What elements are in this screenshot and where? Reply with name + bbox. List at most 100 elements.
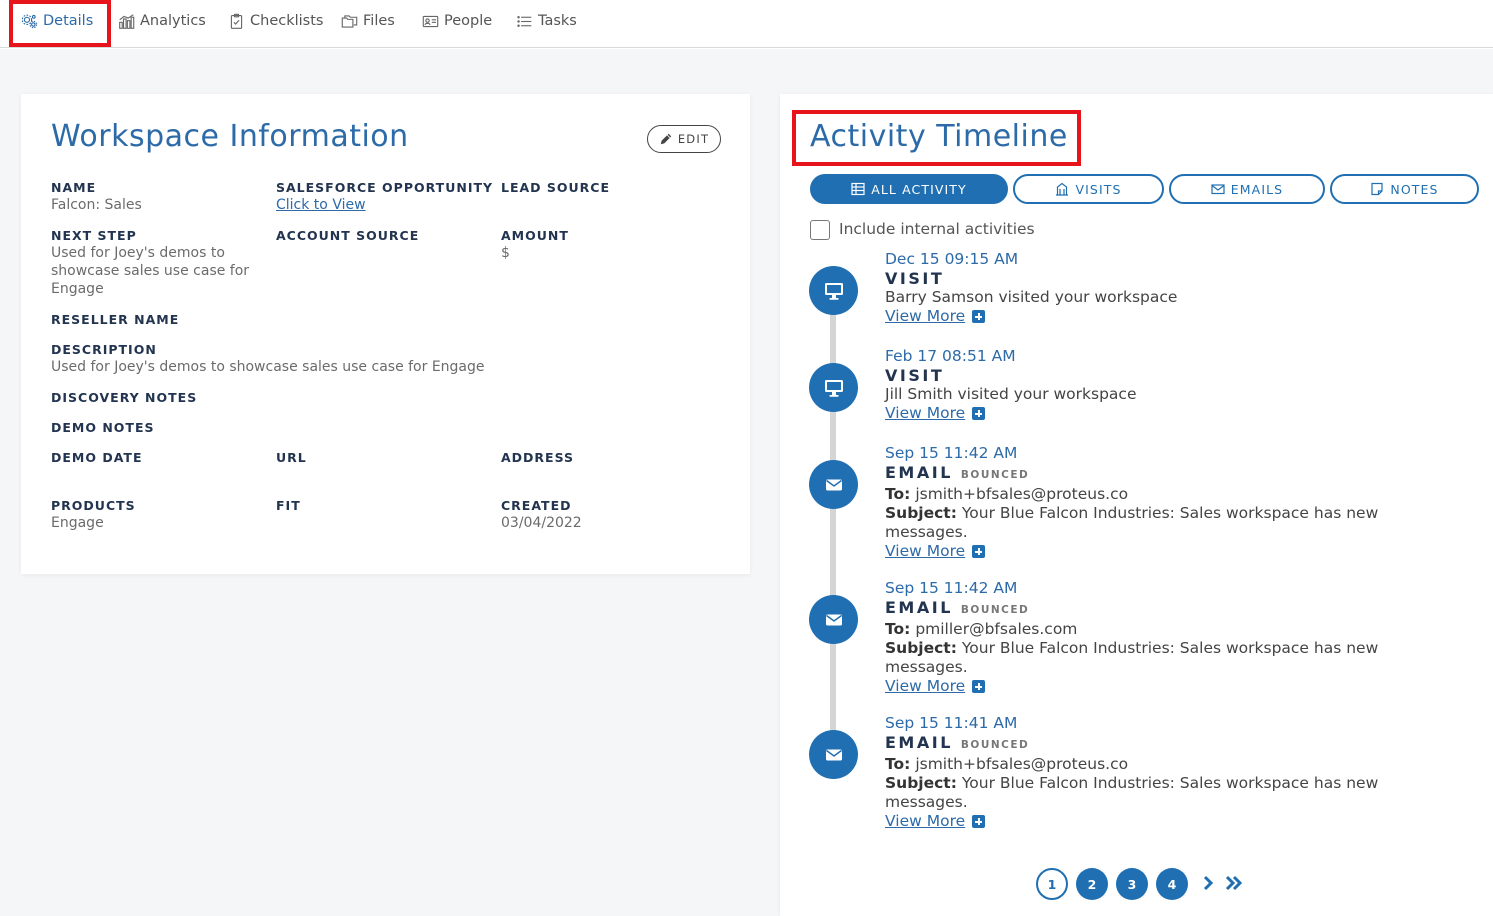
include-internal-label: Include internal activities (839, 220, 1035, 238)
bounced-badge: BOUNCED (960, 469, 1030, 481)
entry-subject: Subject: Your Blue Falcon Industries: Sa… (885, 639, 1405, 677)
field-value: Used for Joey's demos to showcase sales … (51, 359, 485, 375)
field-address: ADDRESS (501, 449, 716, 466)
tab-files[interactable]: Files (341, 10, 395, 32)
field-label: ACCOUNT SOURCE (276, 228, 420, 243)
filter-label: VISITS (1075, 181, 1122, 197)
plus-square-icon[interactable] (972, 545, 986, 558)
field-value: Engage (51, 515, 104, 531)
timeline-icon-email (809, 595, 858, 644)
tab-label: Details (43, 13, 94, 29)
plus-square-icon[interactable] (972, 310, 986, 323)
table-icon (851, 182, 865, 196)
envelope-icon (825, 749, 842, 760)
view-more-link[interactable]: View More (885, 812, 965, 831)
tab-people[interactable]: People (422, 10, 492, 32)
entry-type: VISIT (885, 366, 945, 385)
entry-type: EMAIL BOUNCED (885, 733, 1465, 755)
filter-emails[interactable]: EMAILS (1169, 174, 1325, 204)
filter-notes[interactable]: NOTES (1330, 174, 1479, 204)
monitor-icon (824, 282, 843, 300)
field-label: NEXT STEP (51, 228, 137, 243)
field-label: LEAD SOURCE (501, 180, 611, 195)
view-more: View More (885, 677, 1465, 696)
tab-tasks[interactable]: Tasks (516, 10, 577, 32)
timeline-entry: Dec 15 09:15 AM VISIT Barry Samson visit… (885, 250, 1465, 326)
filter-visits[interactable]: VISITS (1013, 174, 1164, 204)
to-value: pmiller@bfsales.com (915, 620, 1078, 638)
entry-text: Barry Samson visited your workspace (885, 288, 1178, 306)
field-created: CREATED 03/04/2022 (501, 497, 716, 532)
subject-value: Your Blue Falcon Industries: Sales works… (885, 504, 1379, 541)
timeline-entry: Sep 15 11:41 AM EMAIL BOUNCED To: jsmith+… (885, 714, 1465, 831)
bounced-badge: BOUNCED (960, 604, 1030, 616)
tab-analytics[interactable]: Analytics (118, 10, 206, 32)
workspace-info-title: Workspace Information (51, 119, 409, 154)
timeline-connector (830, 290, 836, 760)
field-label: DEMO NOTES (51, 420, 155, 435)
entry-type: EMAIL BOUNCED (885, 463, 1465, 485)
tab-label: Checklists (250, 13, 324, 29)
tab-label: Tasks (538, 13, 577, 29)
chevron-right-icon[interactable] (1197, 872, 1219, 894)
entry-subject: Subject: Your Blue Falcon Industries: Sa… (885, 504, 1405, 542)
plus-square-icon[interactable] (972, 407, 986, 420)
field-label: DEMO DATE (51, 450, 143, 465)
plus-square-icon[interactable] (972, 815, 986, 828)
view-more-link[interactable]: View More (885, 542, 965, 561)
field-demo-notes: DEMO NOTES (51, 419, 266, 436)
entry-date: Sep 15 11:42 AM (885, 579, 1018, 597)
field-next-step: NEXT STEP Used for Joey's demos to showc… (51, 227, 261, 298)
page-1-button[interactable]: 1 (1036, 868, 1068, 900)
to-label: To: (885, 485, 911, 503)
field-label: PRODUCTS (51, 498, 136, 513)
field-salesforce-opportunity: SALESFORCE OPPORTUNITY Click to View (276, 179, 494, 214)
entry-type-label: EMAIL (885, 463, 953, 482)
list-icon (517, 15, 532, 27)
include-internal-checkbox[interactable] (810, 220, 830, 240)
subject-label: Subject: (885, 504, 957, 522)
envelope-icon (825, 614, 842, 625)
gears-icon (21, 14, 38, 28)
view-more: View More (885, 307, 1465, 326)
edit-button[interactable]: EDIT (647, 125, 721, 153)
entry-to: To: jsmith+bfsales@proteus.co (885, 485, 1465, 504)
field-label: SALESFORCE OPPORTUNITY (276, 180, 494, 195)
field-url: URL (276, 449, 491, 466)
click-to-view-link[interactable]: Click to View (276, 197, 366, 213)
page-4-button[interactable]: 4 (1156, 868, 1188, 900)
tab-details[interactable]: Details (21, 10, 93, 32)
field-label: URL (276, 450, 307, 465)
view-more-link[interactable]: View More (885, 404, 965, 423)
clipboard-check-icon (230, 13, 243, 29)
view-more: View More (885, 542, 1465, 561)
timeline-entry: Sep 15 11:42 AM EMAIL BOUNCED To: pmiller… (885, 579, 1465, 696)
field-account-source: ACCOUNT SOURCE (276, 227, 491, 244)
id-card-icon (422, 15, 439, 27)
entry-text: Jill Smith visited your workspace (885, 385, 1137, 403)
field-value: Falcon: Sales (51, 197, 142, 213)
view-more-link[interactable]: View More (885, 307, 965, 326)
activity-timeline-title: Activity Timeline (810, 119, 1068, 154)
top-nav: Details Analytics Checklists Files Peopl… (0, 0, 1493, 48)
field-products: PRODUCTS Engage (51, 497, 266, 532)
entry-to: To: pmiller@bfsales.com (885, 620, 1465, 639)
envelope-icon (1211, 184, 1225, 195)
filter-all-activity[interactable]: ALL ACTIVITY (810, 174, 1008, 204)
plus-square-icon[interactable] (972, 680, 986, 693)
entry-date: Sep 15 11:42 AM (885, 444, 1018, 462)
page-2-button[interactable]: 2 (1076, 868, 1108, 900)
timeline-entry: Sep 15 11:42 AM EMAIL BOUNCED To: jsmith+… (885, 444, 1465, 561)
field-value: $ (501, 245, 510, 261)
subject-label: Subject: (885, 774, 957, 792)
field-value: 03/04/2022 (501, 515, 582, 531)
double-chevron-right-icon[interactable] (1223, 872, 1245, 894)
page-3-button[interactable]: 3 (1116, 868, 1148, 900)
tab-label: Files (363, 13, 395, 29)
pencil-icon (660, 133, 672, 145)
view-more-link[interactable]: View More (885, 677, 965, 696)
tab-checklists[interactable]: Checklists (228, 10, 323, 32)
to-label: To: (885, 620, 911, 638)
view-more: View More (885, 404, 1465, 423)
field-reseller-name: RESELLER NAME (51, 311, 266, 328)
